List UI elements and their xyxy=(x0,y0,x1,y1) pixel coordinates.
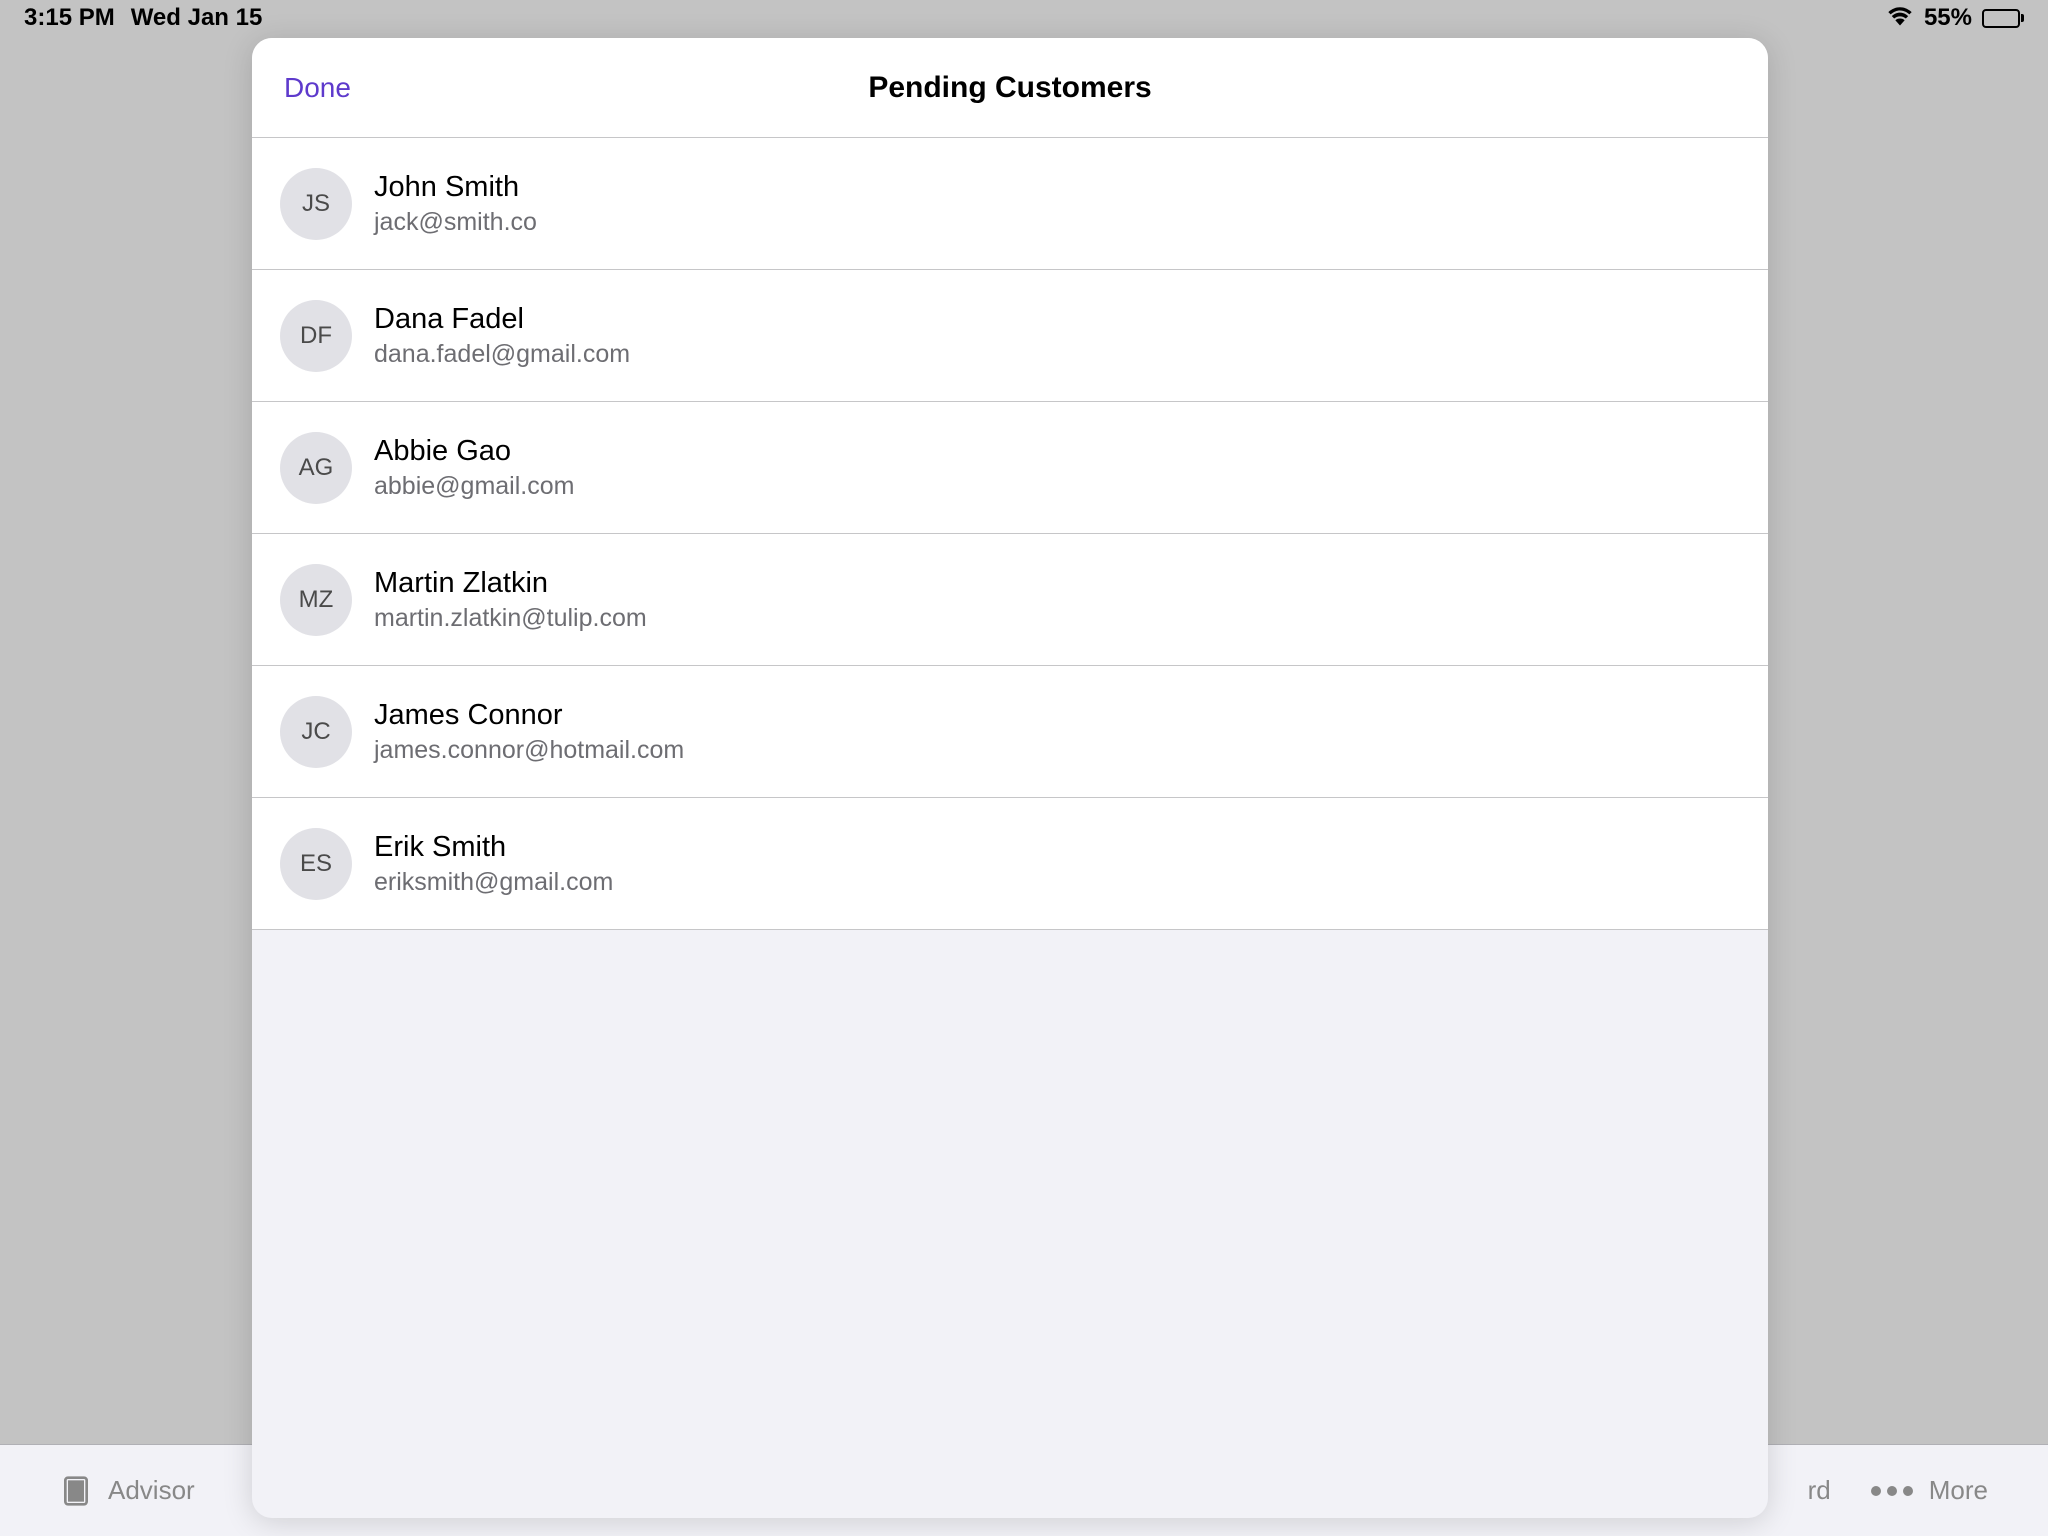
customer-list: JS John Smith jack@smith.co DF Dana Fadel dan… xyxy=(252,138,1768,930)
tablet-icon xyxy=(60,1475,92,1507)
toolbar-more-label: More xyxy=(1929,1475,1988,1506)
customer-email: jack@smith.co xyxy=(374,208,537,237)
list-item[interactable]: MZ Martin Zlatkin martin.zlatkin@tulip.com xyxy=(252,534,1768,666)
modal-header: Done Pending Customers xyxy=(252,38,1768,138)
customer-info: Martin Zlatkin martin.zlatkin@tulip.com xyxy=(374,567,647,633)
customer-email: abbie@gmail.com xyxy=(374,472,574,501)
toolbar-partial-label: rd xyxy=(1808,1475,1831,1506)
avatar: JC xyxy=(280,696,352,768)
battery-percent: 55% xyxy=(1924,4,1972,32)
customer-name: John Smith xyxy=(374,171,537,204)
customer-name: Erik Smith xyxy=(374,831,613,864)
wifi-icon xyxy=(1886,4,1914,33)
list-item[interactable]: JS John Smith jack@smith.co xyxy=(252,138,1768,270)
toolbar-advisor-label: Advisor xyxy=(108,1475,195,1506)
customer-info: Abbie Gao abbie@gmail.com xyxy=(374,435,574,501)
customer-name: Abbie Gao xyxy=(374,435,574,468)
customer-email: eriksmith@gmail.com xyxy=(374,868,613,897)
customer-email: dana.fadel@gmail.com xyxy=(374,340,630,369)
pending-customers-modal: Done Pending Customers JS John Smith jack@… xyxy=(252,38,1768,1518)
avatar: ES xyxy=(280,828,352,900)
modal-title: Pending Customers xyxy=(252,71,1768,105)
list-item[interactable]: DF Dana Fadel dana.fadel@gmail.com xyxy=(252,270,1768,402)
customer-info: Erik Smith eriksmith@gmail.com xyxy=(374,831,613,897)
done-button[interactable]: Done xyxy=(284,72,351,104)
status-right: 55% xyxy=(1886,4,2024,33)
avatar: JS xyxy=(280,168,352,240)
toolbar-item-advisor[interactable]: Advisor xyxy=(60,1475,195,1507)
customer-name: Martin Zlatkin xyxy=(374,567,647,600)
customer-email: james.connor@hotmail.com xyxy=(374,736,684,765)
list-item[interactable]: JC James Connor james.connor@hotmail.com xyxy=(252,666,1768,798)
more-icon xyxy=(1871,1486,1913,1496)
status-date: Wed Jan 15 xyxy=(131,4,263,32)
customer-info: James Connor james.connor@hotmail.com xyxy=(374,699,684,765)
customer-name: Dana Fadel xyxy=(374,303,630,336)
battery-icon xyxy=(1982,9,2024,28)
avatar: DF xyxy=(280,300,352,372)
avatar: AG xyxy=(280,432,352,504)
list-item[interactable]: AG Abbie Gao abbie@gmail.com xyxy=(252,402,1768,534)
customer-email: martin.zlatkin@tulip.com xyxy=(374,604,647,633)
avatar: MZ xyxy=(280,564,352,636)
status-time: 3:15 PM xyxy=(24,4,115,32)
list-item[interactable]: ES Erik Smith eriksmith@gmail.com xyxy=(252,798,1768,930)
customer-info: Dana Fadel dana.fadel@gmail.com xyxy=(374,303,630,369)
customer-info: John Smith jack@smith.co xyxy=(374,171,537,237)
toolbar-item-more[interactable]: More xyxy=(1871,1475,1988,1506)
status-bar: 3:15 PM Wed Jan 15 55% xyxy=(0,0,2048,36)
customer-name: James Connor xyxy=(374,699,684,732)
status-left: 3:15 PM Wed Jan 15 xyxy=(24,4,262,32)
